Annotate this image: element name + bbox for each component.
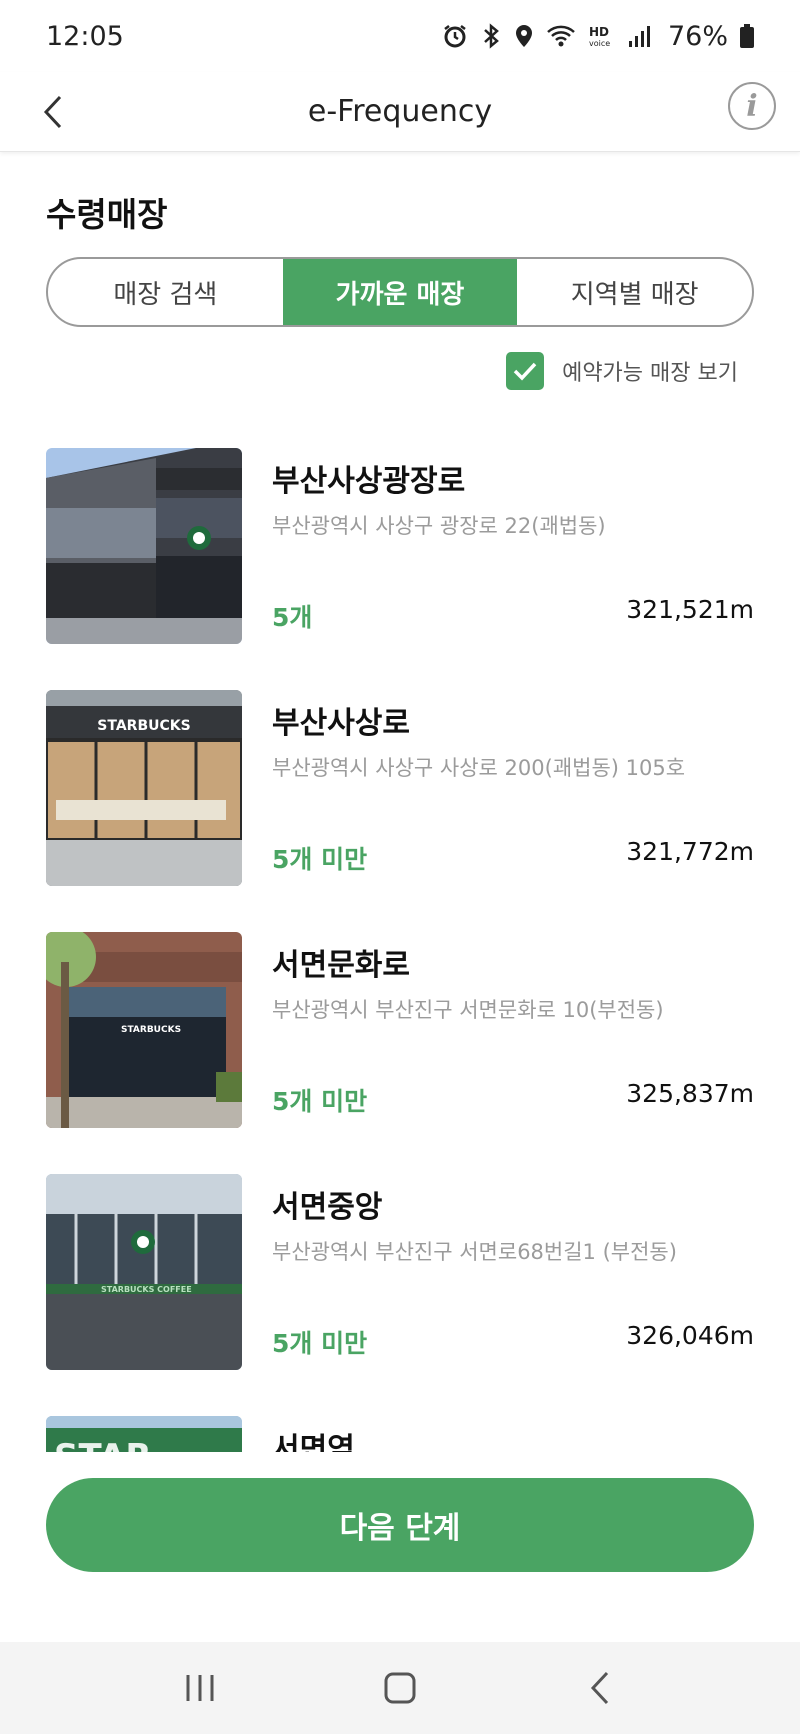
store-item[interactable]: STARBUCKS 서면문화로 부산광역시 부산진구 서면문화로 10(부전동)… [46,932,754,1128]
status-icons: HD voice 76% [442,21,754,52]
store-photo: STARBUCKS [46,690,242,886]
tab-regional-stores[interactable]: 지역별 매장 [517,259,752,325]
store-sign-text: STARBUCKS [97,718,190,734]
store-name: 서면역 [272,1432,355,1453]
store-distance: 325,837m [626,1079,754,1108]
store-photo: STAR [46,1416,242,1453]
store-sign-text: STARBUCKS COFFEE [101,1285,192,1294]
store-item[interactable]: STARBUCKS 부산사상로 부산광역시 사상구 사상로 200(괘법동) 1… [46,690,754,886]
store-name: 부산사상광장로 [272,464,466,499]
checkmark-icon [513,362,537,381]
svg-text:HD: HD [589,25,609,39]
home-button[interactable] [370,1658,430,1718]
status-time: 12:05 [46,20,124,52]
store-photo [46,448,242,644]
location-icon [515,25,532,47]
alarm-icon [444,25,466,48]
bluetooth-icon [484,23,499,49]
store-distance: 321,772m [626,837,754,866]
svg-text:voice: voice [589,39,610,48]
recent-apps-button[interactable] [170,1658,230,1718]
store-stock-count: 5개 미만 [272,845,368,874]
bottom-panel: 다음 단계 [0,1452,800,1642]
battery-icon [740,24,754,48]
wifi-icon [547,25,575,47]
battery-level: 76% [667,20,728,52]
section-title: 수령매장 [46,195,168,234]
store-stock-count: 5개 미만 [272,1087,368,1116]
store-address: 부산광역시 사상구 광장로 22(괘법동) [272,514,606,538]
store-item[interactable]: 부산사상광장로 부산광역시 사상구 광장로 22(괘법동) 5개 321,521… [46,448,754,644]
reservable-filter[interactable]: 예약가능 매장 보기 [506,352,738,390]
hd-voice-icon: HDvoice [589,25,610,48]
store-name: 서면문화로 [272,948,410,983]
back-button[interactable] [30,88,78,136]
recent-apps-icon [186,1675,214,1701]
system-back-button[interactable] [570,1658,630,1718]
info-icon: i [746,88,758,124]
system-nav-bar [0,1642,800,1734]
app-bar: e-Frequency i [0,72,800,152]
tab-nearby-stores[interactable]: 가까운 매장 [282,259,518,325]
store-stock-count: 5개 미만 [272,1329,368,1358]
store-sign-text: STARBUCKS [121,1025,181,1035]
signal-icon [628,26,650,47]
store-photo: STARBUCKS COFFEE [46,1174,242,1370]
store-address: 부산광역시 부산진구 서면문화로 10(부전동) [272,998,664,1022]
store-tabs: 매장 검색 가까운 매장 지역별 매장 [46,257,754,327]
chevron-left-icon [43,95,62,129]
page-title: e-Frequency [307,94,493,129]
back-icon [590,1671,609,1705]
home-icon [384,1672,416,1704]
store-name: 서면중앙 [272,1190,383,1225]
store-distance: 321,521m [626,595,754,624]
store-list: 부산사상광장로 부산광역시 사상구 광장로 22(괘법동) 5개 321,521… [46,448,754,1453]
store-item[interactable]: STARBUCKS COFFEE 서면중앙 부산광역시 부산진구 서면로68번길… [46,1174,754,1370]
store-address: 부산광역시 사상구 사상로 200(괘법동) 105호 [272,756,686,780]
reservable-label: 예약가능 매장 보기 [562,361,738,386]
reservable-checkbox[interactable] [506,352,545,390]
next-step-button[interactable]: 다음 단계 [46,1478,754,1572]
tab-store-search[interactable]: 매장 검색 [48,259,283,325]
store-photo: STARBUCKS [46,932,242,1128]
store-item[interactable]: STAR 서면역 [46,1416,754,1453]
store-sign-text: STAR [54,1437,152,1453]
store-name: 부산사상로 [272,706,410,741]
info-button[interactable]: i [728,82,776,130]
store-address: 부산광역시 부산진구 서면로68번길1 (부전동) [272,1240,677,1264]
store-distance: 326,046m [626,1321,754,1350]
status-bar: 12:05 HD voice 76% [0,0,800,72]
store-stock-count: 5개 [272,603,313,632]
